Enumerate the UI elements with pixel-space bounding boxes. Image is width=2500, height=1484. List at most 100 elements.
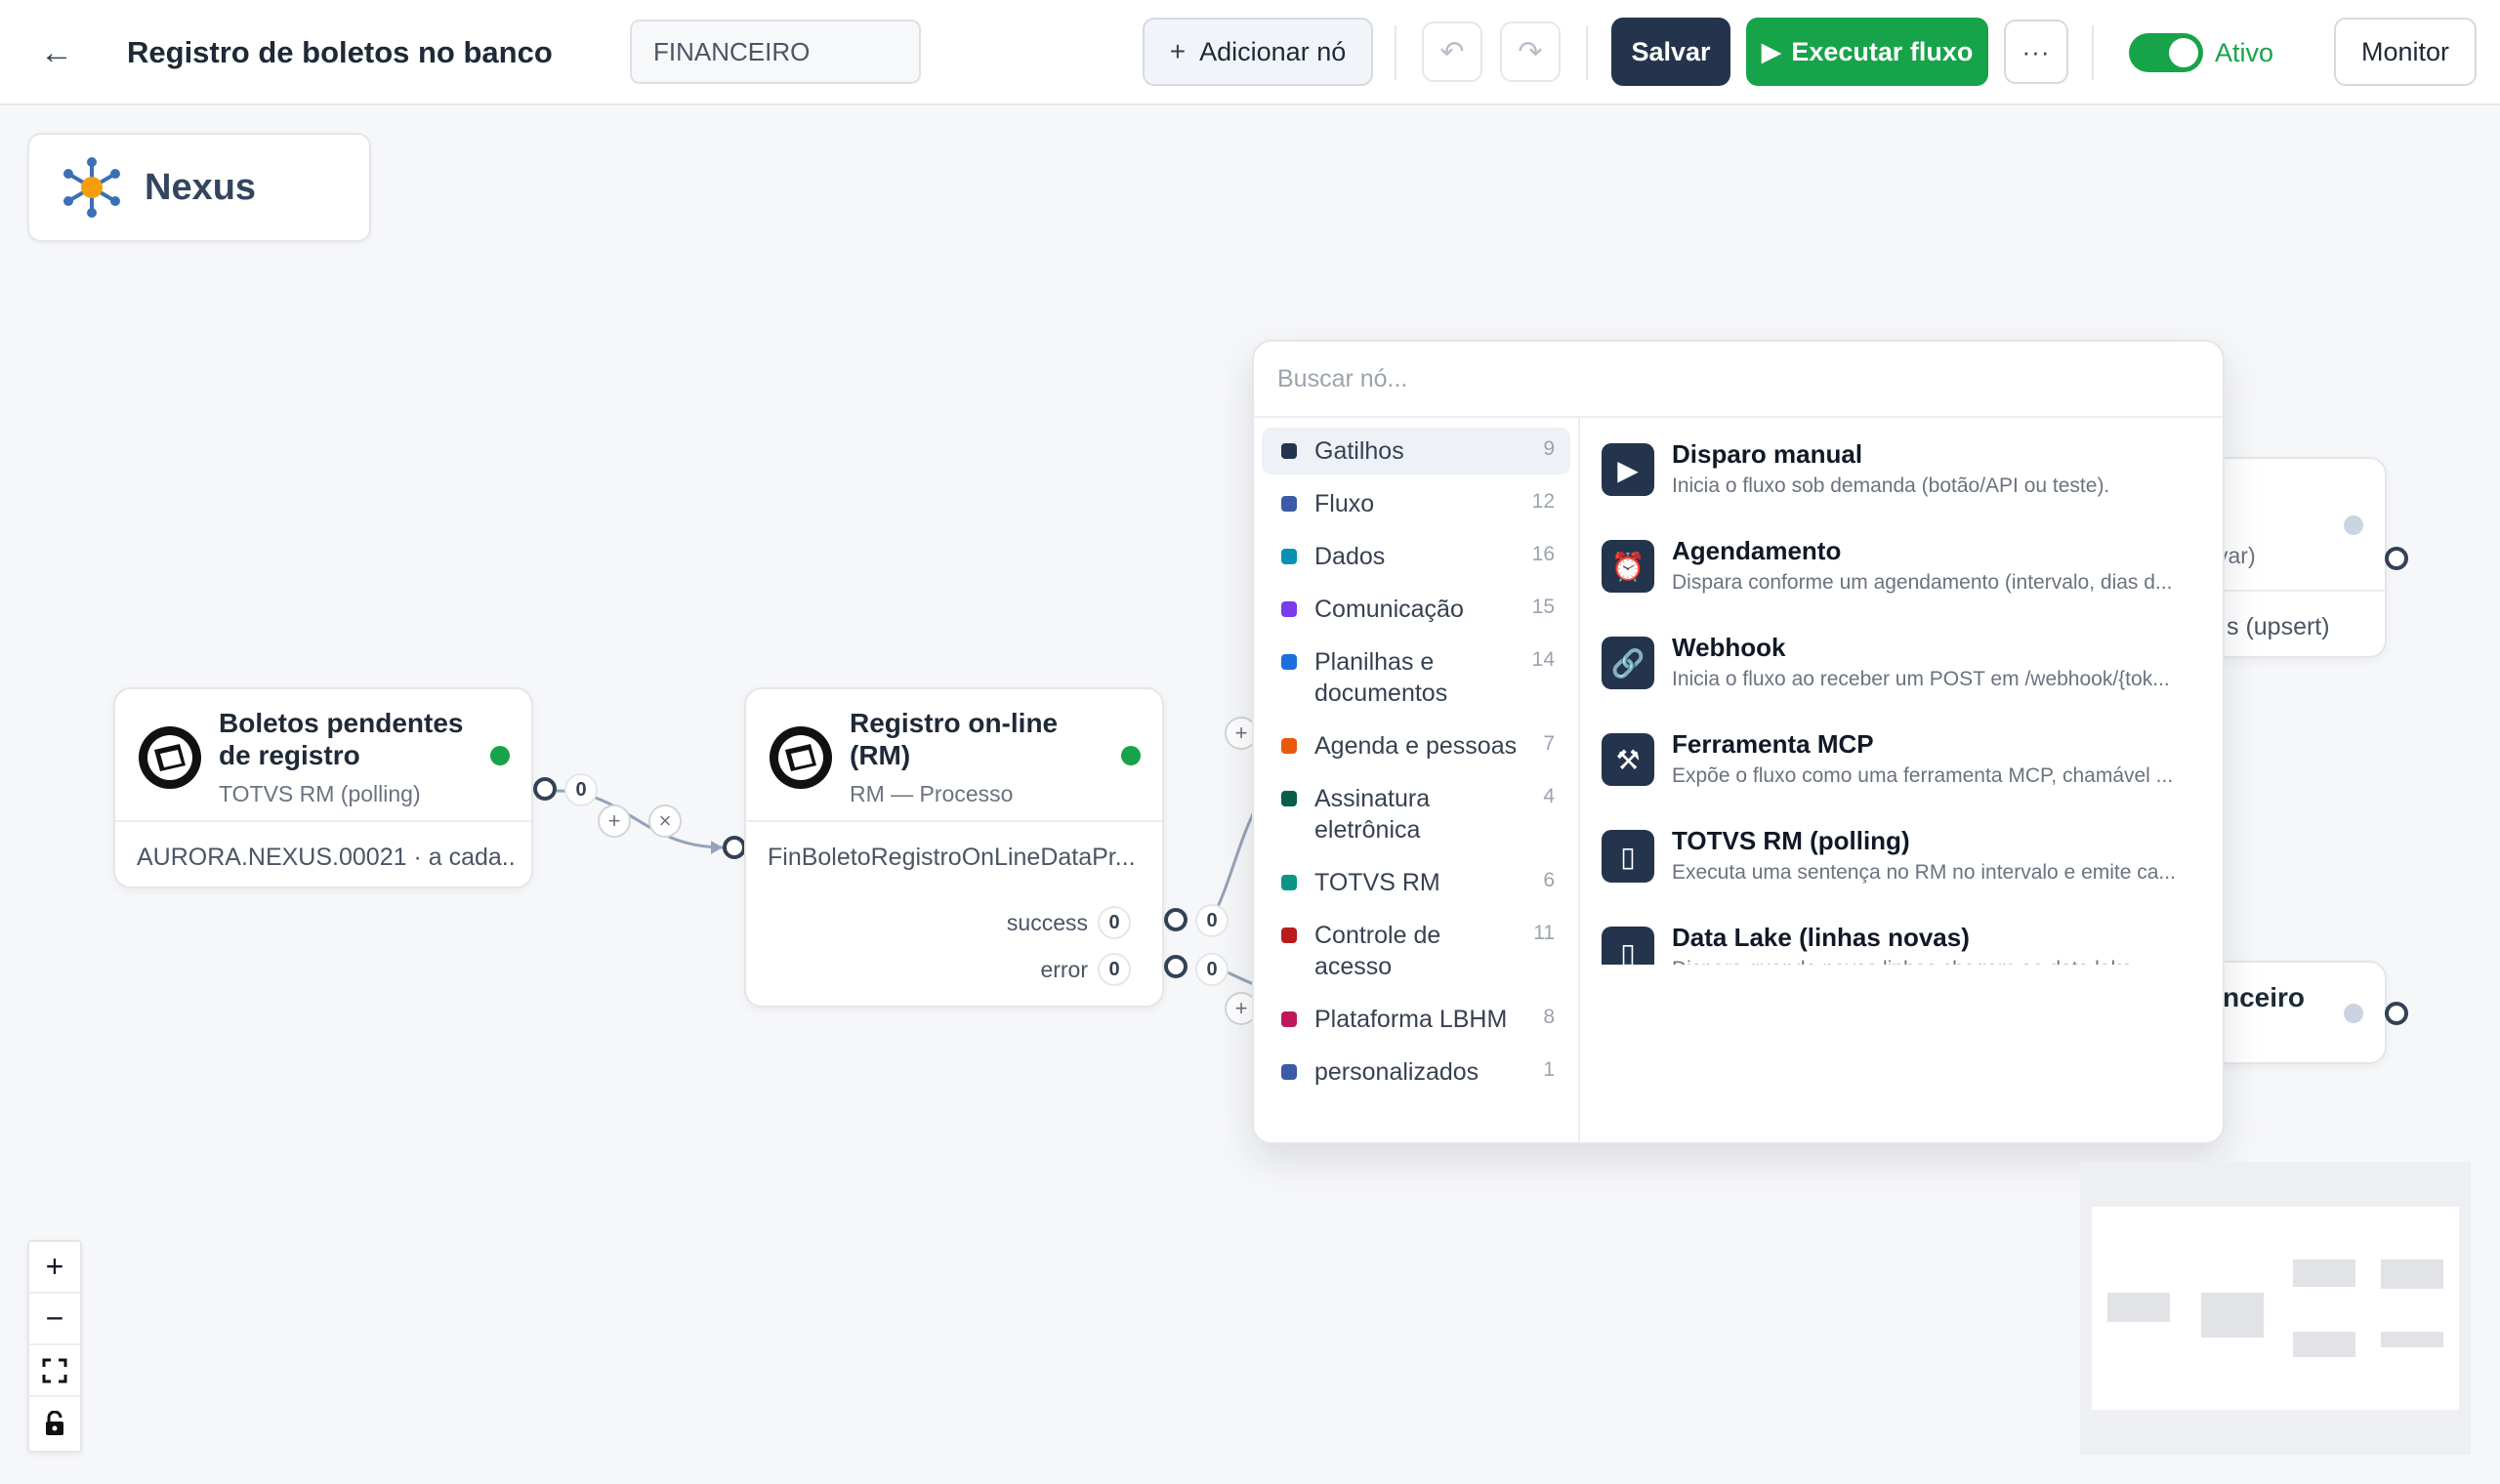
category-count: 9 <box>1543 437 1555 460</box>
category-label: Dados <box>1314 543 1386 570</box>
plus-icon: + <box>1169 36 1187 66</box>
category-label: Comunicação <box>1314 596 1464 623</box>
node-type-title: Ferramenta MCP <box>1672 729 1874 759</box>
add-node-button[interactable]: + Adicionar nó <box>1143 18 1373 86</box>
category-label: Fluxo <box>1314 490 1375 517</box>
zoom-in-button[interactable]: + <box>29 1242 80 1294</box>
picker-search-bar <box>1254 342 2223 418</box>
category-color-dot <box>1281 549 1297 564</box>
category-item[interactable]: Gatilhos 9 <box>1262 428 1570 474</box>
tools-icon: ⚒ <box>1602 733 1654 786</box>
lock-icon <box>46 1410 63 1435</box>
node-type-item[interactable]: ▯ TOTVS RM (polling) Executa uma sentença … <box>1582 816 2223 913</box>
category-item[interactable]: Fluxo 12 <box>1262 480 1570 527</box>
redo-button[interactable]: ↷ <box>1500 21 1561 82</box>
input-port[interactable] <box>723 836 746 859</box>
run-flow-button[interactable]: ▶ Executar fluxo <box>1746 18 1988 86</box>
node-type-list: ▶ Disparo manual Inicia o fluxo sob demand… <box>1582 418 2223 965</box>
category-label: TOTVS RM <box>1314 869 1440 896</box>
status-dot <box>2344 1004 2363 1023</box>
status-dot <box>2344 515 2363 535</box>
output-port-error[interactable] <box>1164 955 1188 978</box>
active-label: Ativo <box>2215 37 2274 67</box>
node-config-summary: s (upsert) <box>2227 613 2330 640</box>
category-count: 8 <box>1543 1006 1555 1028</box>
category-color-dot <box>1281 738 1297 754</box>
node-registro-online[interactable]: Registro on-line (RM) RM — Processo FinB… <box>744 687 1164 1008</box>
add-node-label: Adicionar nó <box>1199 36 1347 66</box>
status-dot <box>490 746 510 765</box>
category-label: personalizados <box>1314 1058 1479 1086</box>
node-boletos-pendentes[interactable]: Boletos pendentes de registro TOTVS RM (… <box>113 687 533 888</box>
node-search-input[interactable] <box>1277 364 2156 393</box>
toolbar-divider <box>1586 25 1588 80</box>
totvs-icon <box>770 726 832 789</box>
category-item[interactable]: Plataforma LBHM 8 <box>1262 996 1570 1043</box>
node-type-description: Inicia o fluxo ao receber um POST em /we… <box>1672 668 2170 690</box>
output-count: 0 <box>1098 953 1131 986</box>
output-label: success <box>1006 909 1088 935</box>
node-picker-popover: Gatilhos9 Fluxo 12 Dados16 Comunicação15 Plan… <box>1252 340 2225 1144</box>
redo-icon: ↷ <box>1518 35 1543 68</box>
category-label: Assinatura eletrônica <box>1314 785 1431 844</box>
node-type-title: Disparo manual <box>1672 439 1863 469</box>
edge-remove-button[interactable]: × <box>648 804 682 838</box>
node-config-summary: FinBoletoRegistroOnLineDataPr... <box>768 844 1136 871</box>
undo-button[interactable]: ↶ <box>1422 21 1482 82</box>
node-type-title: Webhook <box>1672 633 1786 662</box>
flow-title: Registro de boletos no banco <box>127 35 553 69</box>
edge-add-button[interactable]: + <box>598 804 631 838</box>
output-count: 0 <box>1098 906 1131 939</box>
database-icon: ▯ <box>1602 830 1654 883</box>
category-color-dot <box>1281 654 1297 670</box>
category-color-dot <box>1281 1064 1297 1080</box>
category-item[interactable]: Comunicação 15 <box>1262 586 1570 633</box>
output-port[interactable] <box>2385 547 2408 570</box>
node-type-description: Inicia o fluxo sob demanda (botão/API ou… <box>1672 474 2110 497</box>
zoom-out-button[interactable]: − <box>29 1294 80 1345</box>
minimap-node <box>2381 1259 2443 1289</box>
output-error-row: error 0 <box>1040 953 1131 986</box>
link-icon: 🔗 <box>1602 637 1654 689</box>
category-color-dot <box>1281 443 1297 459</box>
minimap-node <box>2293 1259 2355 1287</box>
lock-button[interactable] <box>29 1397 80 1449</box>
node-type-title: TOTVS RM (polling) <box>1672 826 1910 855</box>
category-item[interactable]: Agenda e pessoas 7 <box>1262 722 1570 769</box>
node-type-item[interactable]: 🔗 Webhook Inicia o fluxo ao receber um POS… <box>1582 623 2223 720</box>
category-item[interactable]: Dados 16 <box>1262 533 1570 580</box>
category-color-dot <box>1281 496 1297 512</box>
node-type-item[interactable]: ▶ Disparo manual Inicia o fluxo sob demand… <box>1582 430 2223 526</box>
run-flow-label: Executar fluxo <box>1791 36 1974 66</box>
save-button[interactable]: Salvar <box>1611 18 1730 86</box>
fit-view-icon <box>42 1358 67 1382</box>
alarm-clock-icon: ⏰ <box>1602 540 1654 593</box>
node-config-summary: AURORA.NEXUS.00021 · a cada... <box>137 844 518 871</box>
node-type-description: Dispara quando novas linhas chegam ao da… <box>1672 958 2219 965</box>
output-port[interactable] <box>2385 1002 2408 1025</box>
category-item[interactable]: TOTVS RM 6 <box>1262 859 1570 906</box>
output-port-success[interactable] <box>1164 908 1188 931</box>
category-item[interactable]: Controle de acesso 11 <box>1262 912 1570 990</box>
monitor-button[interactable]: Monitor <box>2334 18 2477 86</box>
output-port[interactable] <box>533 777 557 801</box>
node-type-item[interactable]: ▯ Data Lake (linhas novas) Dispara quando … <box>1582 913 2223 965</box>
active-toggle[interactable] <box>2129 33 2203 72</box>
category-item[interactable]: Assinatura eletrônica 4 <box>1262 775 1570 853</box>
back-button[interactable]: ← <box>29 25 84 80</box>
edge-count-badge: 0 <box>1195 904 1229 937</box>
output-success-row: success 0 <box>1007 906 1131 939</box>
category-item[interactable]: personalizados 1 <box>1262 1049 1570 1095</box>
totvs-icon <box>139 726 201 789</box>
node-header: Boletos pendentes de registro TOTVS RM (… <box>115 689 531 822</box>
category-item[interactable]: Planilhas e documentos 14 <box>1262 639 1570 717</box>
category-count: 12 <box>1531 490 1555 513</box>
minimap[interactable] <box>2080 1162 2471 1455</box>
node-type-item[interactable]: ⏰ Agendamento Dispara conforme um agendame… <box>1582 526 2223 623</box>
toolbar-divider <box>2092 25 2094 80</box>
node-type-item[interactable]: ⚒ Ferramenta MCP Expõe o fluxo como uma fe… <box>1582 720 2223 816</box>
more-options-button[interactable]: ··· <box>2004 20 2068 84</box>
fit-view-button[interactable] <box>29 1345 80 1397</box>
folder-field[interactable]: FINANCEIRO <box>630 20 921 84</box>
top-toolbar: ← Registro de boletos no banco FINANCEIR… <box>0 0 2500 105</box>
